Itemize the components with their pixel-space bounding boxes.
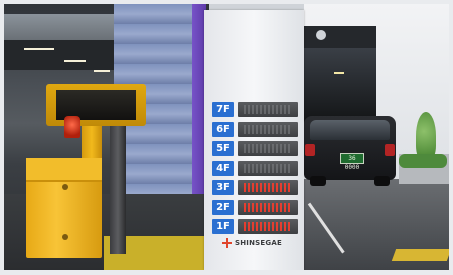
led-lit-indicator [244, 202, 292, 212]
ceiling-light [94, 70, 110, 72]
brand-mark-icon [222, 238, 232, 248]
floor-led-display [238, 219, 298, 234]
led-unlit-indicator [244, 163, 292, 173]
floor-row-4f: 4F [212, 160, 298, 176]
tree [416, 112, 436, 160]
floor-row-6f: 6F [212, 121, 298, 137]
floor-row-1f: 1F [212, 219, 298, 234]
red-warning-lamp [64, 116, 80, 138]
photo-frame: 36 0000 7F 6F 5F 4F 3F 2F 1F SHINSEGAE [4, 4, 449, 270]
floor-led-display [238, 160, 298, 176]
barrier-arm-post [110, 124, 126, 254]
yellow-curb [391, 249, 449, 261]
brand-logo: SHINSEGAE [222, 236, 294, 250]
car-rear-window [310, 120, 390, 140]
floor-led-display [238, 199, 298, 215]
floor-label: 1F [212, 219, 234, 234]
floor-label: 6F [212, 121, 234, 137]
tunnel-light [334, 72, 344, 74]
floor-row-7f: 7F [212, 102, 298, 117]
floor-row-2f: 2F [212, 199, 298, 215]
floor-led-display [238, 141, 298, 156]
ceiling-shadow [4, 40, 124, 70]
car-wheel [310, 176, 326, 186]
floor-led-display [238, 121, 298, 137]
entrance-sign-icon [316, 30, 326, 40]
car-wheel [374, 176, 390, 186]
floor-row-3f: 3F [212, 180, 298, 195]
entrance-canopy [304, 26, 376, 48]
led-lit-indicator [244, 183, 292, 192]
floor-label: 4F [212, 160, 234, 176]
floor-led-display [238, 102, 298, 117]
bolt [62, 234, 68, 240]
bolt [62, 184, 68, 190]
tail-light-left [305, 144, 315, 156]
brand-name: SHINSEGAE [235, 239, 282, 247]
floor-row-5f: 5F [212, 141, 298, 156]
floor-label: 3F [212, 180, 234, 195]
floor-led-display [238, 180, 298, 195]
led-unlit-indicator [244, 105, 292, 114]
barrier-gate-top [26, 158, 102, 182]
shrub [399, 154, 447, 168]
floor-label: 5F [212, 141, 234, 156]
tail-light-right [385, 144, 395, 156]
led-lit-indicator [244, 222, 292, 231]
ceiling-light [24, 48, 54, 50]
ceiling-light [64, 60, 86, 62]
floor-label: 2F [212, 199, 234, 215]
license-plate: 36 0000 [340, 153, 364, 171]
led-unlit-indicator [244, 124, 292, 134]
floor-label: 7F [212, 102, 234, 117]
led-unlit-indicator [244, 144, 292, 153]
